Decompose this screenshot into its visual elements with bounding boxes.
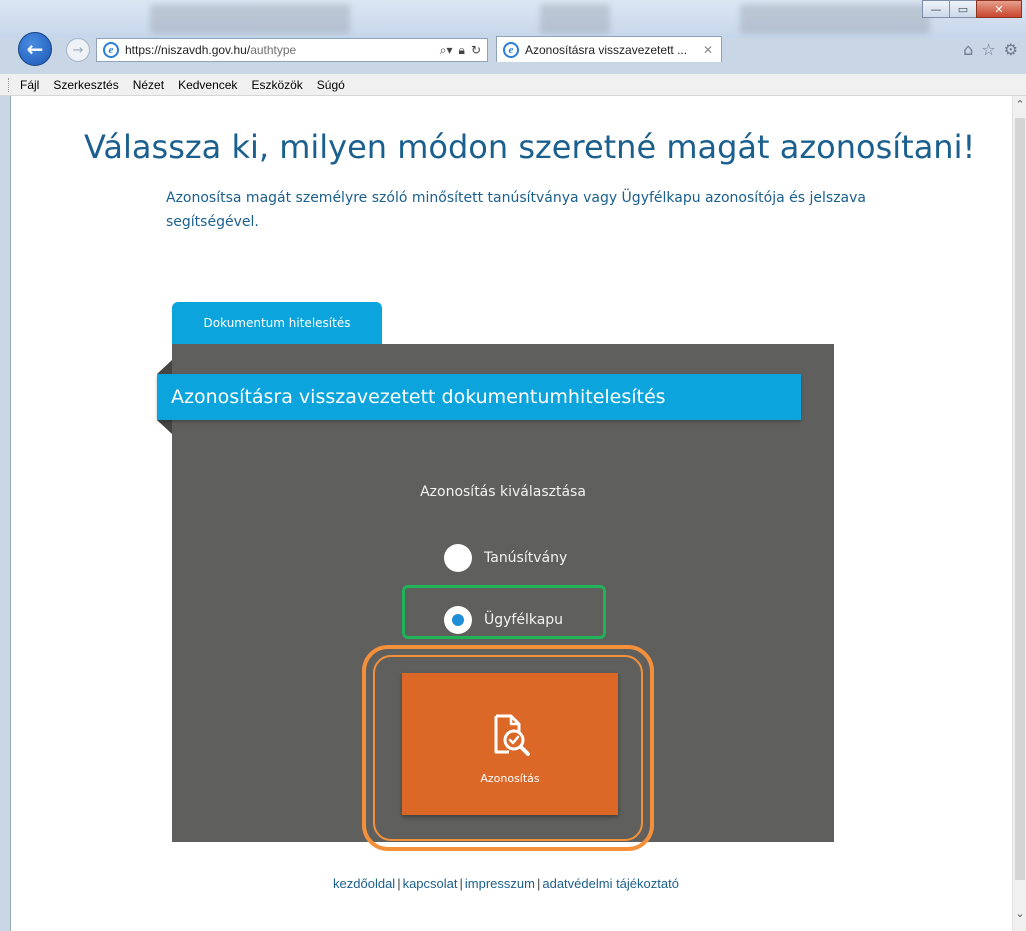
footer-link-imprint[interactable]: impresszum xyxy=(465,876,535,891)
url-path: authtype xyxy=(250,43,297,57)
option-certificate[interactable]: Tanúsítvány xyxy=(444,544,567,572)
authenticate-button-label: Azonosítás xyxy=(480,771,540,785)
footer-separator: | xyxy=(459,876,463,891)
radio-ugyfelkapu[interactable] xyxy=(444,606,472,634)
option-ugyfelkapu[interactable]: Ügyfélkapu xyxy=(444,606,563,634)
footer-link-home[interactable]: kezdőoldal xyxy=(333,876,395,891)
blurred-region xyxy=(540,4,610,34)
ribbon-fold xyxy=(157,420,172,434)
menu-help[interactable]: Súgó xyxy=(317,78,345,92)
lock-icon[interactable]: 🔒︎ xyxy=(459,43,465,58)
page-title: Válassza ki, milyen módon szeretné magát… xyxy=(84,128,976,166)
ie-logo-icon: e xyxy=(103,42,119,58)
home-icon[interactable]: ⌂ xyxy=(963,40,973,59)
refresh-icon[interactable]: ↻ xyxy=(471,43,481,58)
address-tools: ⌕▾ 🔒︎ ↻ xyxy=(440,43,481,58)
search-icon[interactable]: ⌕▾ xyxy=(440,43,453,58)
arrow-left-icon: ← xyxy=(26,37,44,61)
document-search-icon xyxy=(494,714,530,756)
scroll-thumb[interactable] xyxy=(1015,118,1025,880)
footer-links: kezdőoldal | kapcsolat | impresszum | adatvéde… xyxy=(0,876,1012,891)
scroll-down-icon[interactable]: ⌄ xyxy=(1013,907,1026,923)
forward-button[interactable]: → xyxy=(66,38,90,62)
tab-title: Azonosításra visszavezetett ... xyxy=(525,42,688,57)
option-certificate-label: Tanúsítvány xyxy=(484,550,568,566)
url-text[interactable]: https://niszavdh.gov.hu/authtype xyxy=(125,43,296,57)
address-bar[interactable]: e https://niszavdh.gov.hu/authtype ⌕▾ 🔒︎… xyxy=(96,38,488,62)
menu-edit[interactable]: Szerkesztés xyxy=(53,78,118,92)
star-icon[interactable]: ☆ xyxy=(981,40,995,59)
section-header: Azonosításra visszavezetett dokumentumhi… xyxy=(157,374,801,420)
gear-icon[interactable]: ⚙ xyxy=(1004,40,1018,59)
blurred-region xyxy=(740,4,930,34)
window-titlebar: — ▭ ✕ xyxy=(0,0,1026,38)
footer-link-contact[interactable]: kapcsolat xyxy=(403,876,458,891)
selection-label: Azonosítás kiválasztása xyxy=(420,484,586,500)
browser-tab[interactable]: e Azonosításra visszavezetett ... ✕ xyxy=(496,36,722,62)
page-description: Azonosítsa magát személyre szóló minősít… xyxy=(166,190,866,230)
tab-document-authentication[interactable]: Dokumentum hitelesítés xyxy=(172,302,382,344)
scroll-up-icon[interactable]: ⌃ xyxy=(1013,98,1026,114)
arrow-right-icon: → xyxy=(72,42,84,58)
back-button[interactable]: ← xyxy=(18,32,52,66)
browser-toolbar-icons: ⌂ ☆ ⚙ xyxy=(963,40,1018,59)
minimize-button[interactable]: — xyxy=(922,0,950,18)
footer-separator: | xyxy=(397,876,401,891)
blurred-region xyxy=(150,4,350,34)
ribbon-fold xyxy=(157,360,172,374)
footer-separator: | xyxy=(536,876,541,891)
radio-selected-dot xyxy=(452,614,464,626)
menu-file[interactable]: Fájl xyxy=(20,78,39,92)
option-ugyfelkapu-label: Ügyfélkapu xyxy=(484,612,564,628)
url-host: https://niszavdh.gov.hu/ xyxy=(125,43,251,57)
close-window-button[interactable]: ✕ xyxy=(976,0,1022,18)
menu-bar: Fájl Szerkesztés Nézet Kedvencek Eszközö… xyxy=(0,74,1026,96)
window-controls: — ▭ ✕ xyxy=(922,0,1022,18)
vertical-scrollbar[interactable]: ⌃ ⌄ xyxy=(1012,96,1026,931)
maximize-button[interactable]: ▭ xyxy=(949,0,977,18)
ie-logo-icon: e xyxy=(503,41,519,58)
radio-certificate[interactable] xyxy=(444,544,472,572)
tab-close-icon[interactable]: ✕ xyxy=(703,43,713,57)
menubar-grip xyxy=(8,78,11,92)
menu-view[interactable]: Nézet xyxy=(133,78,164,92)
footer-link-privacy[interactable]: adatvédelmi tájékoztató xyxy=(542,876,679,891)
menu-favorites[interactable]: Kedvencek xyxy=(178,78,237,92)
authenticate-button[interactable]: Azonosítás xyxy=(402,673,618,815)
menu-tools[interactable]: Eszközök xyxy=(251,78,302,92)
